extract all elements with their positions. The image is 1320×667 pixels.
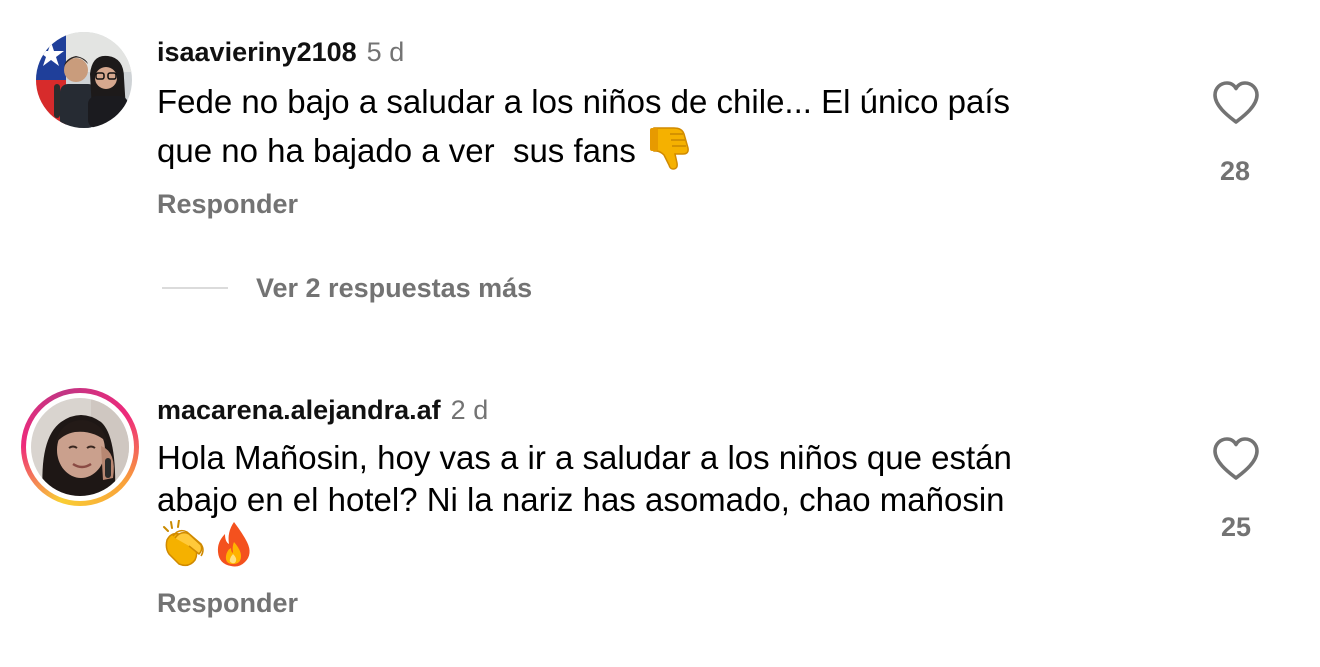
reply-button[interactable]: Responder <box>157 587 298 619</box>
comment-text: que no ha bajado a ver sus fans <box>157 132 636 169</box>
comment-item: macarena.alejandra.af 2 d Hola Mañosin, h… <box>0 380 1320 667</box>
comment-text: abajo en el hotel? Ni la nariz has asoma… <box>157 481 1005 518</box>
comment-time: 2 d <box>450 395 489 425</box>
clapping-hands-emoji <box>159 519 207 577</box>
avatar[interactable] <box>36 32 132 128</box>
like-button[interactable] <box>1211 80 1261 126</box>
comment-text: Fede no bajo a saludar a los niños de ch… <box>157 83 1011 120</box>
comment-emoji-line <box>157 519 255 568</box>
replies-divider-line <box>162 287 228 289</box>
reply-button[interactable]: Responder <box>157 188 298 220</box>
thumbs-down-emoji <box>648 124 692 179</box>
avatar-photo <box>36 32 132 128</box>
comment-meta: isaavieriny2108 5 d <box>157 36 404 68</box>
comment-text-line: Fede no bajo a saludar a los niños de ch… <box>157 82 1010 122</box>
comment-text: Hola Mañosin, hoy vas a ir a saludar a l… <box>157 439 1012 476</box>
like-count: 25 <box>1220 512 1252 542</box>
heart-outline-icon <box>1213 81 1259 124</box>
username[interactable]: isaavieriny2108 <box>157 37 357 67</box>
story-ring[interactable] <box>21 388 139 506</box>
comment-text-line: abajo en el hotel? Ni la nariz has asoma… <box>157 480 1005 520</box>
fire-emoji <box>213 520 255 577</box>
like-count: 28 <box>1219 156 1251 186</box>
avatar-photo <box>31 398 129 496</box>
heart-outline-icon <box>1213 437 1259 480</box>
comment-text-line: Hola Mañosin, hoy vas a ir a saludar a l… <box>157 438 1012 478</box>
view-more-replies-label: Ver 2 respuestas más <box>256 273 533 303</box>
like-button[interactable] <box>1211 436 1261 482</box>
username[interactable]: macarena.alejandra.af <box>157 395 441 425</box>
comment-item: isaavieriny2108 5 d Fede no bajo a saluda… <box>0 0 1320 240</box>
comment-time: 5 d <box>366 37 405 67</box>
avatar[interactable] <box>31 398 129 496</box>
comment-meta: macarena.alejandra.af 2 d <box>157 394 488 426</box>
comment-text-line: que no ha bajado a ver sus fans <box>157 124 692 179</box>
